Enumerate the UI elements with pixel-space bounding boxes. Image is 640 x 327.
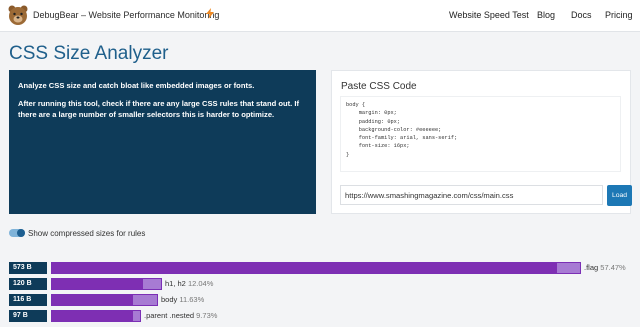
top-bar: DebugBear – Website Performance Monitori…: [0, 0, 640, 32]
intro-text-2: After running this tool, check if there …: [18, 99, 300, 119]
rule-row: 120 B h1, h2 12.04%: [9, 278, 640, 290]
rule-percent: 9.73%: [196, 311, 218, 320]
rule-row: 116 B body 11.63%: [9, 294, 640, 306]
toggle-knob: [17, 229, 25, 237]
css-url-input[interactable]: [340, 185, 603, 205]
load-button[interactable]: Load: [607, 185, 632, 206]
paste-css-panel: Paste CSS Code body { margin: 0px; paddi…: [331, 70, 632, 214]
compressed-size-bar: [52, 311, 133, 321]
page-title: CSS Size Analyzer: [9, 43, 169, 64]
lightning-icon: [206, 8, 214, 19]
rule-row: 97 B .parent .nested 9.73%: [9, 310, 640, 322]
brand-name[interactable]: DebugBear – Website Performance Monitori…: [33, 10, 219, 20]
rule-selector: h1, h2: [165, 279, 186, 288]
nav-docs[interactable]: Docs: [571, 10, 592, 20]
rule-label: h1, h2 12.04%: [165, 279, 213, 288]
nav-website-speed-test[interactable]: Website Speed Test: [449, 10, 529, 20]
toggle-label: Show compressed sizes for rules: [28, 229, 146, 238]
compressed-sizes-toggle[interactable]: [9, 229, 25, 237]
nav-blog[interactable]: Blog: [537, 10, 555, 20]
size-badge: 573 B: [9, 262, 47, 274]
intro-panel: Analyze CSS size and catch bloat like em…: [9, 70, 316, 214]
size-badge: 97 B: [9, 310, 47, 322]
rule-label: body 11.63%: [161, 295, 204, 304]
size-bar: [51, 262, 581, 274]
nav-pricing[interactable]: Pricing: [605, 10, 633, 20]
size-bar: [51, 310, 141, 322]
size-badge: 116 B: [9, 294, 47, 306]
rule-percent: 12.04%: [187, 279, 214, 288]
compressed-size-bar: [52, 295, 133, 305]
size-bar: [51, 294, 158, 306]
rule-selector: .flag: [584, 263, 599, 272]
rule-percent: 57.47%: [600, 263, 626, 272]
intro-text-1: Analyze CSS size and catch bloat like em…: [18, 81, 255, 90]
css-code-textarea[interactable]: body { margin: 0px; padding: 0px; backgr…: [340, 96, 621, 172]
compressed-size-bar: [52, 263, 557, 273]
rule-percent: 11.63%: [179, 295, 205, 304]
size-badge: 120 B: [9, 278, 47, 290]
rule-selector: body: [161, 295, 178, 304]
panel-title: Paste CSS Code: [341, 81, 417, 92]
rule-label: .parent .nested 9.73%: [144, 311, 217, 320]
rule-selector: .parent .nested: [144, 311, 195, 320]
rule-label: .flag 57.47%: [584, 263, 626, 272]
bear-logo-icon[interactable]: [7, 4, 29, 26]
compressed-size-bar: [52, 279, 143, 289]
size-bar: [51, 278, 162, 290]
rule-row: 573 B .flag 57.47%: [9, 262, 640, 274]
